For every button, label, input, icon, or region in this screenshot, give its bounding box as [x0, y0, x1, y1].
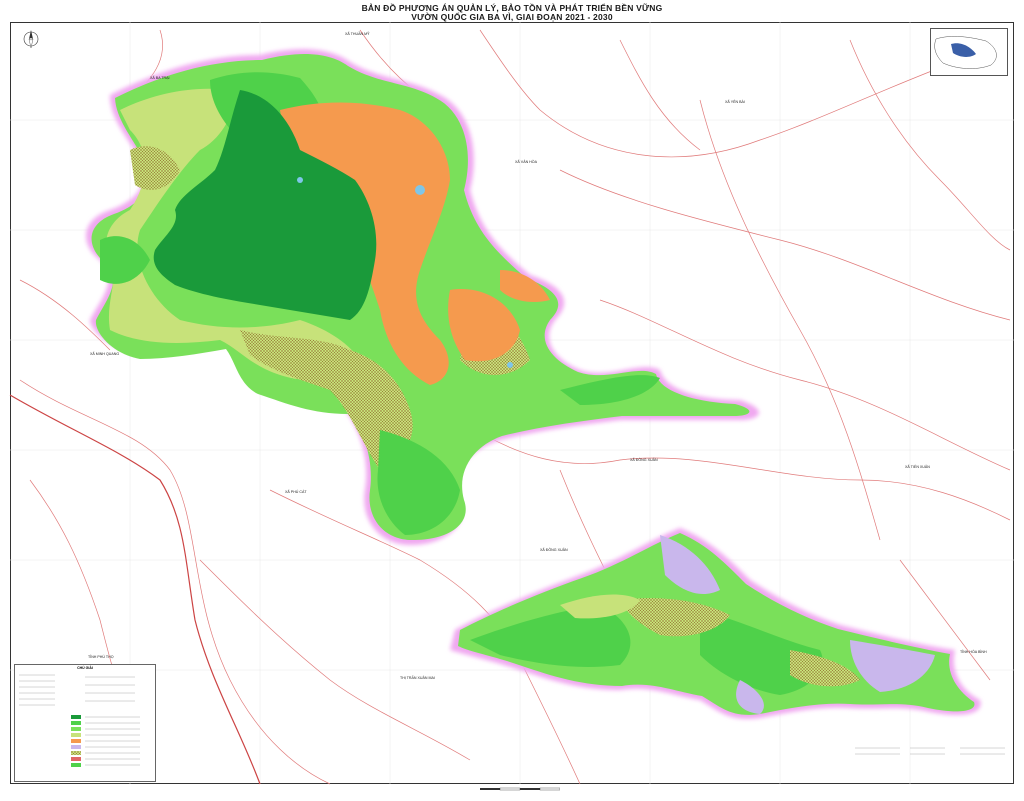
south-park-area	[450, 528, 981, 719]
place-label: THỊ TRẤN XUÂN MAI	[400, 676, 435, 680]
signature-block	[855, 747, 1005, 755]
place-label: XÃ THUẦN MỸ	[345, 32, 370, 36]
scale-bar	[480, 787, 560, 791]
map-legend: CHÚ GIẢI	[14, 664, 156, 782]
place-label: XÃ TIẾN XUÂN	[905, 465, 930, 469]
place-label: TỈNH HÒA BÌNH	[960, 650, 987, 654]
north-arrow-icon	[23, 30, 39, 49]
legend-swatches	[71, 715, 81, 767]
place-label: XÃ YÊN BÀI	[725, 100, 745, 104]
place-label: XÃ BA TRẠI	[150, 76, 170, 80]
place-label: XÃ ĐỒNG XUÂN	[630, 458, 658, 462]
place-label: TỈNH PHÚ THỌ	[88, 655, 114, 659]
location-inset-map	[930, 28, 1008, 76]
north-park-area	[86, 49, 759, 546]
place-label: XÃ VÂN HÒA	[515, 160, 537, 164]
place-label: XÃ PHÚ CÁT	[285, 490, 307, 494]
place-label: XÃ ĐÔNG XUÂN	[540, 548, 568, 552]
place-label: XÃ MINH QUANG	[90, 352, 120, 356]
